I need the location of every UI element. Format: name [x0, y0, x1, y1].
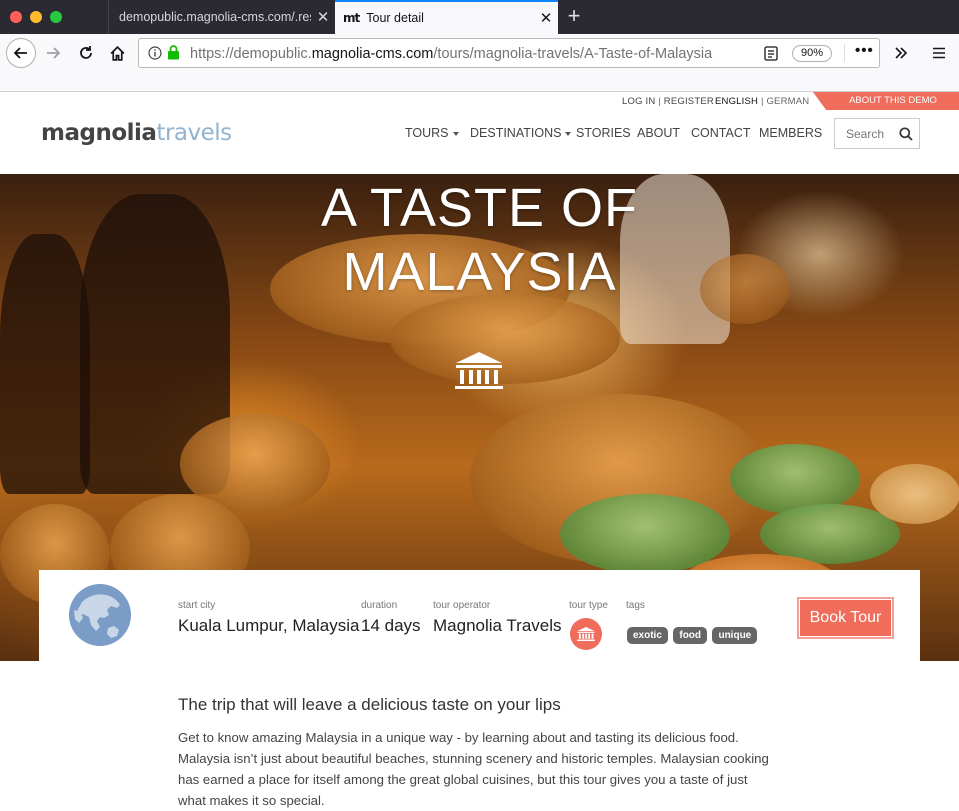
museum-icon	[577, 626, 595, 642]
back-button[interactable]	[6, 38, 36, 68]
hamburger-icon	[933, 47, 945, 59]
tour-type-badge[interactable]	[570, 618, 602, 650]
nav-stories[interactable]: STORIES	[576, 126, 631, 140]
tab-close-icon[interactable]: ✕	[311, 8, 335, 26]
reload-button[interactable]	[71, 38, 101, 68]
tab-active[interactable]: mt Tour detail ✕	[335, 0, 558, 34]
login-link[interactable]: LOG IN	[622, 96, 655, 107]
language-english[interactable]: ENGLISH	[715, 96, 758, 107]
forward-arrow-icon	[47, 47, 61, 59]
home-icon	[110, 45, 124, 61]
hero-title: A TASTE OF MALAYSIA	[320, 178, 639, 302]
page-actions-menu-icon[interactable]: •••	[855, 42, 874, 59]
double-chevron-icon	[895, 47, 908, 59]
browser-nav-bar: https://demopublic.magnolia-cms.com/tour…	[0, 34, 959, 74]
tag-unique[interactable]: unique	[712, 627, 758, 644]
window-close-button[interactable]	[10, 11, 22, 23]
home-button[interactable]	[102, 38, 132, 68]
language-german[interactable]: GERMAN	[766, 96, 809, 107]
site-header: LOG IN | REGISTER ENGLISH | GERMAN ABOUT…	[0, 92, 959, 174]
tag-list: exotic food unique	[627, 625, 758, 644]
start-city-label: start city	[178, 600, 216, 611]
museum-icon	[455, 352, 503, 389]
tag-food[interactable]: food	[673, 627, 708, 644]
reload-icon	[80, 46, 92, 59]
zoom-level-button[interactable]: 90%	[792, 45, 832, 62]
window-zoom-button[interactable]	[50, 11, 62, 23]
nav-contact[interactable]: CONTACT	[691, 126, 751, 140]
tab-title: Tour detail	[366, 11, 424, 25]
book-tour-button[interactable]: Book Tour	[797, 597, 894, 639]
window-minimize-button[interactable]	[30, 11, 42, 23]
tour-intro-heading: The trip that will leave a delicious tas…	[178, 695, 561, 714]
new-tab-button[interactable]: +	[562, 4, 586, 30]
toolbar-spacer	[0, 74, 959, 92]
tab-inactive[interactable]: demopublic.magnolia-cms.com/.res ✕	[108, 0, 335, 34]
back-arrow-icon	[13, 47, 27, 59]
tour-type-label: tour type	[569, 600, 608, 611]
browser-tab-bar: demopublic.magnolia-cms.com/.res ✕ mt To…	[0, 0, 959, 34]
magnolia-favicon-icon: mt	[343, 11, 360, 25]
nav-members[interactable]: MEMBERS	[759, 126, 822, 140]
reader-view-icon[interactable]	[764, 46, 778, 61]
chevron-down-icon	[452, 131, 459, 136]
url-text: https://demopublic.magnolia-cms.com/tour…	[190, 46, 713, 62]
url-bar[interactable]: https://demopublic.magnolia-cms.com/tour…	[138, 38, 880, 68]
tab-title: demopublic.magnolia-cms.com/.res	[119, 10, 311, 24]
search-input[interactable]	[835, 119, 895, 148]
duration-value: 14 days	[361, 616, 421, 635]
tour-info-card: start city Kuala Lumpur, Malaysia durati…	[39, 570, 920, 661]
search-icon[interactable]	[899, 127, 913, 141]
forward-button[interactable]	[38, 38, 68, 68]
register-link[interactable]: REGISTER	[664, 96, 714, 107]
nav-destinations[interactable]: DESTINATIONS	[470, 126, 572, 140]
overflow-menu-button[interactable]	[886, 38, 916, 68]
chevron-down-icon	[565, 131, 572, 136]
lock-icon	[168, 45, 179, 60]
site-logo[interactable]: magnoliatravels	[41, 120, 232, 146]
tag-exotic[interactable]: exotic	[627, 627, 668, 644]
tour-intro-paragraph: Get to know amazing Malaysia in a unique…	[178, 730, 769, 808]
tags-label: tags	[626, 600, 645, 611]
nav-tours[interactable]: TOURS	[405, 126, 459, 140]
tab-close-icon[interactable]: ✕	[534, 9, 558, 27]
hamburger-menu-button[interactable]	[924, 38, 954, 68]
duration-label: duration	[361, 600, 398, 611]
operator-value[interactable]: Magnolia Travels	[433, 616, 562, 636]
language-switcher: ENGLISH | GERMAN	[715, 96, 810, 107]
start-city-value: Kuala Lumpur, Malaysia	[178, 616, 360, 635]
info-icon[interactable]	[148, 46, 162, 60]
globe-icon	[69, 584, 131, 646]
site-search	[834, 118, 920, 149]
login-register-links: LOG IN | REGISTER	[622, 96, 714, 107]
about-demo-banner[interactable]: ABOUT THIS DEMO	[813, 92, 959, 110]
nav-about[interactable]: ABOUT	[637, 126, 680, 140]
operator-label: tour operator	[433, 600, 491, 611]
